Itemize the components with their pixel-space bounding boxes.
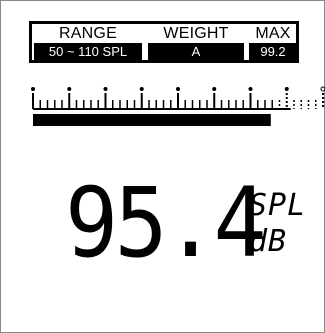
level-bar-graph	[29, 85, 325, 145]
unit-spl-label: SPL	[249, 188, 307, 223]
scale-marker-dot	[284, 87, 289, 91]
reading-area: 95.4 SPL dB	[1, 171, 325, 291]
range-section: RANGE 50 ~ 110 SPL	[34, 24, 142, 60]
level-scale	[31, 86, 325, 126]
scale-marker-dot	[248, 87, 253, 91]
weight-section: WEIGHT A	[148, 24, 244, 60]
weight-value: A	[148, 43, 244, 60]
scale-marker-dot	[320, 86, 325, 92]
scale-marker-dot	[67, 87, 72, 91]
scale-marker-dot	[31, 87, 35, 91]
info-bar: RANGE 50 ~ 110 SPL WEIGHT A MAX 99.2	[29, 21, 299, 63]
scale-marker-dot	[103, 87, 108, 91]
scale-marker-dot	[176, 87, 180, 91]
range-value: 50 ~ 110 SPL	[34, 43, 142, 60]
max-label: MAX	[255, 25, 291, 42]
weight-label: WEIGHT	[163, 25, 229, 42]
max-section: MAX 99.2	[249, 24, 297, 60]
display-frame: RANGE 50 ~ 110 SPL WEIGHT A MAX 99.2 95.…	[0, 0, 325, 333]
level-bar-fill	[33, 114, 271, 126]
scale-marker-dot	[212, 87, 217, 91]
sound-level-value: 95.4	[65, 167, 267, 279]
max-value: 99.2	[249, 43, 297, 60]
scale-marker-dot	[139, 87, 144, 91]
range-label: RANGE	[59, 25, 117, 42]
unit-db-label: dB	[249, 224, 288, 259]
